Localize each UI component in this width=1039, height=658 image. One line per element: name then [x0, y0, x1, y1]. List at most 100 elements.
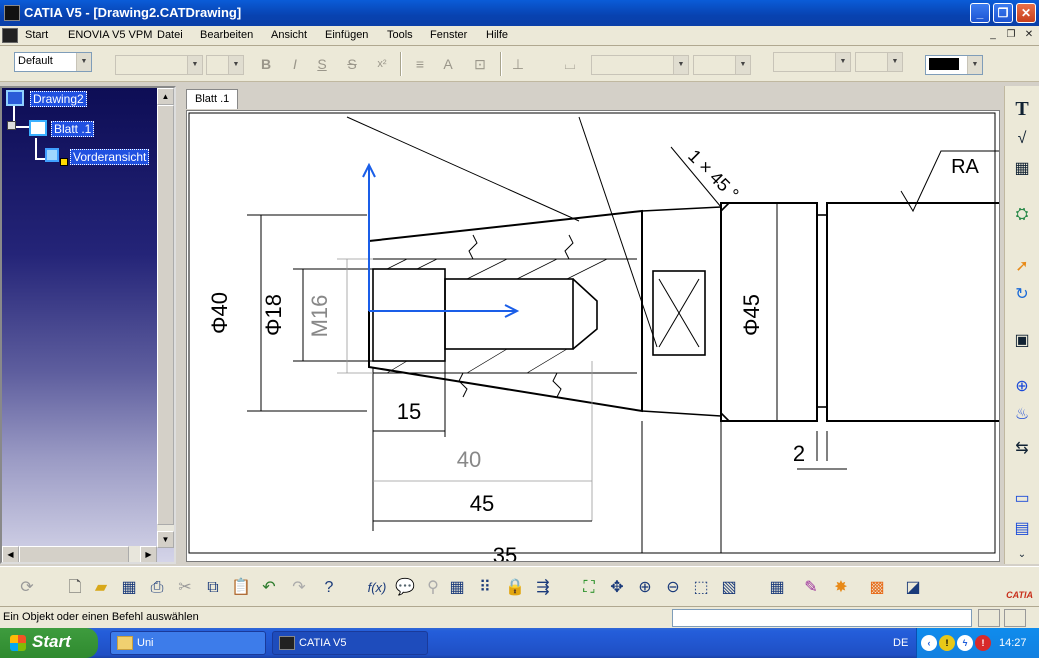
start-button[interactable]: Start: [0, 628, 98, 658]
zoom-area-icon[interactable]: ⬚: [690, 577, 712, 599]
symbol-icon[interactable]: √: [1011, 128, 1033, 150]
print-icon[interactable]: ⎙: [146, 577, 168, 599]
table-icon[interactable]: ▦: [1011, 158, 1033, 180]
scroll-up-icon[interactable]: ▲: [157, 88, 174, 105]
menu-start[interactable]: Start: [25, 29, 48, 41]
superscript-button[interactable]: x²: [372, 54, 392, 74]
scroll-right-icon[interactable]: ▶: [140, 546, 157, 562]
refresh-icon[interactable]: ⟳: [16, 577, 38, 599]
shield-icon[interactable]: !: [939, 635, 955, 651]
dim-2[interactable]: 2: [793, 441, 805, 466]
tray-expand-icon[interactable]: ‹: [921, 635, 937, 651]
open-folder-icon[interactable]: ▰: [90, 577, 112, 599]
redo-icon[interactable]: ↷: [288, 577, 310, 599]
chevron-down-icon[interactable]: ▼: [228, 56, 243, 74]
chevron-down-icon[interactable]: ▼: [835, 53, 850, 71]
network-icon[interactable]: ϟ: [957, 635, 973, 651]
whats-this-icon[interactable]: ?: [318, 577, 340, 599]
tree-node-drawing[interactable]: Drawing2: [30, 91, 87, 107]
frame-icon[interactable]: ⊡: [470, 54, 490, 74]
view-icon[interactable]: [45, 148, 59, 162]
menu-hilfe[interactable]: Hilfe: [486, 29, 508, 41]
strikethrough-button[interactable]: S: [342, 54, 362, 74]
italic-button[interactable]: I: [285, 54, 305, 74]
taskbar-item-catia[interactable]: CATIA V5: [272, 631, 428, 655]
style-combo[interactable]: Default ▼: [14, 52, 92, 72]
command-input[interactable]: [672, 609, 972, 627]
anchor-point-icon[interactable]: A: [438, 54, 458, 74]
tolerance-combo-1[interactable]: ▼: [773, 52, 851, 72]
chevron-down-icon[interactable]: ▼: [673, 56, 688, 74]
menu-enovia[interactable]: ENOVIA V5 VPM: [68, 29, 152, 41]
tab-sheet[interactable]: Blatt .1: [186, 89, 239, 109]
scroll-left-icon[interactable]: ◀: [2, 546, 19, 562]
comment-icon[interactable]: 💬: [394, 577, 416, 599]
minimize-button[interactable]: _: [970, 3, 990, 23]
analysis-display-icon[interactable]: ✸: [830, 577, 852, 599]
command-icon[interactable]: [1004, 609, 1026, 627]
copy-icon[interactable]: ⧉: [202, 577, 224, 599]
sheet-icon[interactable]: [29, 120, 47, 136]
tolerance-combo-2[interactable]: ▼: [855, 52, 903, 72]
menu-bearbeiten[interactable]: Bearbeiten: [200, 29, 253, 41]
pattern-icon[interactable]: ♨: [1011, 404, 1033, 426]
zoom-out-icon[interactable]: ⊖: [662, 577, 684, 599]
grid-icon[interactable]: ▦: [766, 577, 788, 599]
underline-button[interactable]: S: [312, 54, 332, 74]
dim-phi18[interactable]: Φ18: [261, 294, 286, 336]
check-icon[interactable]: ▩: [866, 577, 888, 599]
select-arrow-icon[interactable]: ➚: [1011, 256, 1033, 278]
structure-icon[interactable]: ⠿: [474, 577, 496, 599]
font-combo[interactable]: ▼: [115, 55, 203, 75]
catia-app-icon[interactable]: [4, 5, 20, 21]
doc-restore-button[interactable]: ❐: [1004, 29, 1018, 42]
generative-view-icon[interactable]: ⛭: [1011, 204, 1033, 226]
power-input-icon[interactable]: [978, 609, 1000, 627]
fit-all-icon[interactable]: ⛶: [578, 577, 600, 599]
font-size-combo[interactable]: ▼: [206, 55, 244, 75]
scroll-down-icon[interactable]: ▼: [157, 531, 174, 548]
close-button[interactable]: ✕: [1016, 3, 1036, 23]
formula-icon[interactable]: f(x): [366, 577, 388, 599]
save-icon[interactable]: ▦: [118, 577, 140, 599]
dim-45[interactable]: 45: [470, 491, 494, 516]
collapse-icon[interactable]: [7, 121, 16, 130]
dim-phi40[interactable]: Φ40: [207, 292, 232, 334]
arrows-icon[interactable]: ⇆: [1011, 438, 1033, 460]
tree-node-sheet[interactable]: Blatt .1: [51, 121, 95, 137]
text-icon[interactable]: T: [1011, 98, 1033, 120]
knowledge-icon[interactable]: ⚲: [422, 577, 444, 599]
dimension-combo-2[interactable]: ▼: [693, 55, 751, 75]
cut-icon[interactable]: ✂: [174, 577, 196, 599]
dimension-properties-icon[interactable]: ⌴: [560, 54, 580, 74]
dim-partial[interactable]: 35: [493, 543, 517, 562]
scroll-thumb[interactable]: [157, 105, 174, 525]
taskbar-item-uni[interactable]: Uni: [110, 631, 266, 655]
bold-button[interactable]: B: [256, 54, 276, 74]
drawing-icon[interactable]: [6, 90, 24, 106]
chamfer-label[interactable]: 1 × 45 °: [684, 146, 743, 205]
sketch-icon[interactable]: ✎: [800, 577, 822, 599]
dim-m16[interactable]: M16: [307, 295, 332, 338]
menu-datei[interactable]: Datei: [157, 29, 183, 41]
doc-close-button[interactable]: ✕: [1022, 29, 1036, 42]
view-image-icon[interactable]: ▧: [718, 577, 740, 599]
chevron-down-icon[interactable]: ▼: [887, 53, 902, 71]
chevron-down-icon[interactable]: ▼: [76, 53, 91, 71]
new-file-icon[interactable]: 🗋: [64, 577, 86, 599]
language-indicator[interactable]: DE: [893, 637, 908, 649]
point-icon[interactable]: ⊕: [1011, 376, 1033, 398]
align-icon[interactable]: ≡: [410, 54, 430, 74]
dim-phi45[interactable]: Φ45: [739, 294, 764, 336]
rotate-icon[interactable]: ↻: [1011, 284, 1033, 306]
menu-fenster[interactable]: Fenster: [430, 29, 467, 41]
chevron-down-icon[interactable]: ⌄: [1011, 544, 1033, 566]
roughness-label[interactable]: RA: [951, 156, 979, 178]
clock[interactable]: 14:27: [999, 637, 1027, 649]
menu-ansicht[interactable]: Ansicht: [271, 29, 307, 41]
undo-icon[interactable]: ↶: [258, 577, 280, 599]
dim-40[interactable]: 40: [457, 447, 481, 472]
restore-button[interactable]: ❐: [993, 3, 1013, 23]
menu-tools[interactable]: Tools: [387, 29, 413, 41]
security-icon[interactable]: !: [975, 635, 991, 651]
